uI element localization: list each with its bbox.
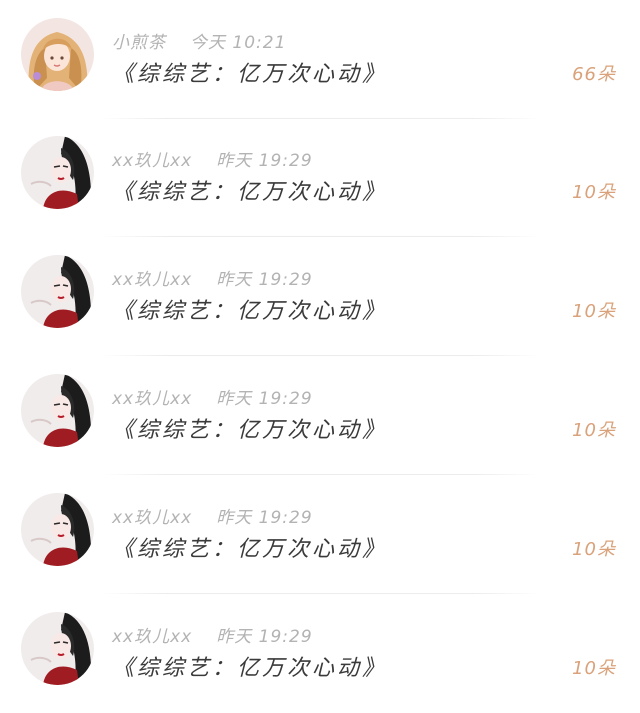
timestamp: 昨天 19:29	[216, 508, 313, 528]
book-title[interactable]: 《综综艺：亿万次心动》	[112, 412, 387, 444]
item-meta: xx玖儿xx 昨天 19:29	[112, 503, 313, 528]
avatar[interactable]	[21, 374, 94, 447]
book-title[interactable]: 《综综艺：亿万次心动》	[112, 531, 387, 563]
list-item[interactable]: 小煎茶 今天 10:21 《综综艺：亿万次心动》 66朵	[0, 0, 640, 119]
timestamp: 今天 10:21	[190, 33, 287, 53]
flower-count: 10朵	[572, 539, 616, 560]
user-name[interactable]: 小煎茶	[112, 33, 166, 53]
book-title[interactable]: 《综综艺：亿万次心动》	[112, 174, 387, 206]
book-title[interactable]: 《综综艺：亿万次心动》	[112, 56, 387, 88]
dark-hair-girl-avatar-icon	[21, 255, 94, 328]
user-name[interactable]: xx玖儿xx	[112, 389, 192, 409]
timestamp: 昨天 19:29	[216, 270, 313, 290]
dark-hair-girl-avatar-icon	[21, 493, 94, 566]
flower-count: 10朵	[572, 658, 616, 679]
item-meta: 小煎茶 今天 10:21	[112, 28, 286, 53]
dark-hair-girl-avatar-icon	[21, 136, 94, 209]
user-name[interactable]: xx玖儿xx	[112, 627, 192, 647]
flower-count: 66朵	[572, 64, 616, 85]
avatar[interactable]	[21, 255, 94, 328]
flower-count: 10朵	[572, 182, 616, 203]
list-item[interactable]: xx玖儿xx 昨天 19:29 《综综艺：亿万次心动》 10朵	[0, 237, 640, 356]
user-name[interactable]: xx玖儿xx	[112, 151, 192, 171]
timestamp: 昨天 19:29	[216, 151, 313, 171]
flower-count: 10朵	[572, 301, 616, 322]
blonde-girl-avatar-icon	[21, 18, 94, 91]
list-item[interactable]: xx玖儿xx 昨天 19:29 《综综艺：亿万次心动》 10朵	[0, 118, 640, 237]
list-item[interactable]: xx玖儿xx 昨天 19:29 《综综艺：亿万次心动》 10朵	[0, 356, 640, 475]
list-item[interactable]: xx玖儿xx 昨天 19:29 《综综艺：亿万次心动》 10朵	[0, 594, 640, 713]
item-meta: xx玖儿xx 昨天 19:29	[112, 622, 313, 647]
list-item[interactable]: xx玖儿xx 昨天 19:29 《综综艺：亿万次心动》 10朵	[0, 475, 640, 594]
book-title[interactable]: 《综综艺：亿万次心动》	[112, 293, 387, 325]
dark-hair-girl-avatar-icon	[21, 374, 94, 447]
avatar[interactable]	[21, 18, 94, 91]
user-name[interactable]: xx玖儿xx	[112, 508, 192, 528]
dark-hair-girl-avatar-icon	[21, 612, 94, 685]
avatar[interactable]	[21, 493, 94, 566]
gift-record-list: 小煎茶 今天 10:21 《综综艺：亿万次心动》 66朵 xx玖儿xx 昨天 19:…	[0, 0, 640, 709]
user-name[interactable]: xx玖儿xx	[112, 270, 192, 290]
timestamp: 昨天 19:29	[216, 627, 313, 647]
item-meta: xx玖儿xx 昨天 19:29	[112, 384, 313, 409]
avatar[interactable]	[21, 612, 94, 685]
item-meta: xx玖儿xx 昨天 19:29	[112, 146, 313, 171]
book-title[interactable]: 《综综艺：亿万次心动》	[112, 650, 387, 682]
flower-count: 10朵	[572, 420, 616, 441]
avatar[interactable]	[21, 136, 94, 209]
timestamp: 昨天 19:29	[216, 389, 313, 409]
item-meta: xx玖儿xx 昨天 19:29	[112, 265, 313, 290]
